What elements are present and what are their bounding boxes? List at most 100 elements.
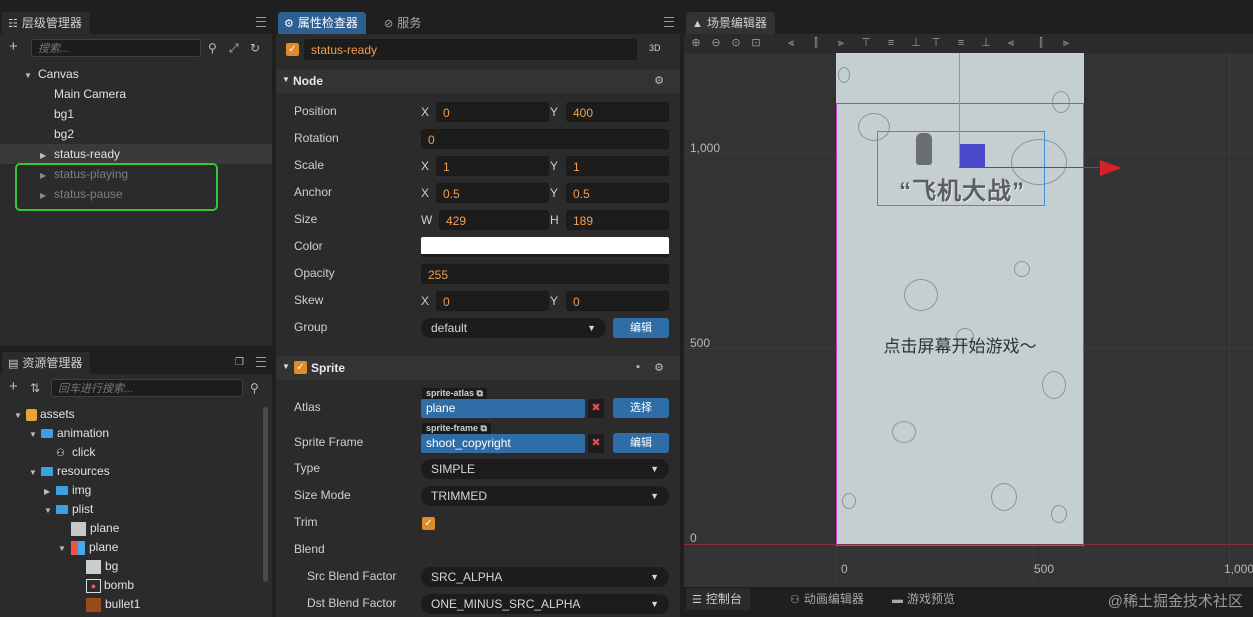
refresh-icon[interactable]: ↻ (250, 41, 260, 55)
asset-row-click[interactable]: ⚇ click (0, 443, 264, 462)
sprite-frame-clear-icon[interactable]: ✖ (588, 434, 604, 453)
sprite-section-header[interactable]: ▼ ✓ Sprite ▪ ⚙ (276, 356, 680, 380)
group-edit-button[interactable]: 编辑 (613, 318, 669, 338)
collapse-icon[interactable]: ⤢ (229, 41, 239, 55)
expand-arrow-icon[interactable]: ▼ (44, 501, 54, 520)
tab-inspector[interactable]: ⚙ 属性检查器 (278, 12, 366, 34)
gizmo-center-handle[interactable] (960, 144, 985, 168)
tab-services[interactable]: ⊘ 服务 (378, 12, 429, 34)
position-x-input[interactable]: 0 (436, 102, 549, 122)
anchor-y-input[interactable]: 0.5 (566, 183, 669, 203)
asset-row-animation[interactable]: ▼ animation (0, 424, 264, 443)
distribute-bottom-icon[interactable]: ⊥ (980, 37, 992, 49)
dst-blend-select[interactable]: ONE_MINUS_SRC_ALPHA ▼ (421, 594, 669, 614)
node-section-header[interactable]: ▼ Node ⚙ (276, 69, 680, 93)
section-arrow-icon[interactable]: ▼ (282, 75, 290, 84)
tree-row-status-ready[interactable]: ▶ status-ready (0, 144, 272, 164)
scene-viewport[interactable]: “飞机大战” 点击屏幕开始游戏～ 1,000 500 0 0 500 1,000 (684, 53, 1253, 587)
tree-row-bg1[interactable]: bg1 (0, 104, 272, 124)
zoom-fit-icon[interactable]: ⊙ (730, 37, 742, 49)
asset-row-bomb[interactable]: ● bomb (0, 576, 264, 595)
collapsed-arrow-icon[interactable]: ▶ (44, 482, 54, 501)
add-node-icon[interactable]: + (9, 39, 18, 54)
asset-row-plist[interactable]: ▼ plist (0, 500, 264, 519)
search-icon[interactable]: ⚲ (250, 381, 259, 395)
section-arrow-icon[interactable]: ▼ (282, 362, 290, 371)
zoom-reset-icon[interactable]: ⊡ (750, 37, 762, 49)
tab-animation-editor[interactable]: ⚇ 动画编辑器 (784, 588, 872, 610)
asset-row-plane-texture[interactable]: plane (0, 519, 264, 538)
tree-row-bg2[interactable]: bg2 (0, 124, 272, 144)
skew-x-input[interactable]: 0 (436, 291, 549, 311)
node-active-checkbox[interactable]: ✓ (286, 43, 299, 56)
expand-arrow-icon[interactable]: ▼ (58, 539, 68, 558)
tab-game-preview[interactable]: ▬ 游戏预览 (886, 588, 963, 610)
expand-arrow-icon[interactable]: ▼ (14, 406, 24, 425)
trim-checkbox[interactable]: ✓ (422, 517, 435, 530)
3d-toggle[interactable]: 3D (649, 43, 661, 53)
book-icon[interactable]: ▪ (636, 361, 640, 373)
size-w-input[interactable]: 429 (439, 210, 549, 230)
expand-arrow-icon[interactable]: ▼ (24, 66, 34, 86)
sprite-enabled-checkbox[interactable]: ✓ (294, 361, 307, 374)
sprite-frame-edit-button[interactable]: 编辑 (613, 433, 669, 453)
tree-row-canvas[interactable]: ▼ Canvas (0, 64, 272, 84)
src-blend-select[interactable]: SRC_ALPHA ▼ (421, 567, 669, 587)
search-icon[interactable]: ⚲ (208, 41, 217, 55)
distribute-center-icon[interactable]: ⫿ (1035, 37, 1047, 49)
asset-row-img[interactable]: ▶ img (0, 481, 264, 500)
align-right-icon[interactable]: ⫸ (835, 37, 847, 49)
assets-scrollbar[interactable] (263, 407, 268, 582)
distribute-right-icon[interactable]: ⫸ (1060, 37, 1072, 49)
rotation-input[interactable]: 0 (421, 129, 669, 149)
anchor-x-input[interactable]: 0.5 (436, 183, 549, 203)
group-select[interactable]: default ▼ (421, 318, 606, 338)
atlas-clear-icon[interactable]: ✖ (588, 399, 604, 418)
align-left-icon[interactable]: ⫷ (785, 37, 797, 49)
align-bottom-icon[interactable]: ⊥ (910, 37, 922, 49)
position-y-input[interactable]: 400 (566, 102, 669, 122)
align-middle-icon[interactable]: ≡ (885, 37, 897, 49)
selection-rect[interactable] (877, 131, 1045, 206)
node-name-input[interactable]: status-ready (304, 39, 637, 60)
size-mode-select[interactable]: TRIMMED ▼ (421, 486, 669, 506)
node-settings-gear-icon[interactable]: ⚙ (654, 74, 664, 87)
sprite-settings-gear-icon[interactable]: ⚙ (654, 361, 664, 374)
copy-icon[interactable]: ❐ (235, 356, 244, 370)
asset-row-resources[interactable]: ▼ resources (0, 462, 264, 481)
panel-menu-icon[interactable] (256, 17, 266, 27)
tab-assets[interactable]: ▤ 资源管理器 (2, 352, 91, 374)
panel-menu-icon[interactable] (664, 17, 674, 27)
align-top-icon[interactable]: ⊤ (860, 37, 872, 49)
gizmo-x-arrow-icon[interactable] (1100, 160, 1122, 176)
tab-console[interactable]: ☰ 控制台 (686, 588, 750, 610)
external-link-icon[interactable]: ⧉ (477, 388, 483, 398)
hierarchy-search-input[interactable]: 搜索... (31, 39, 201, 57)
skew-y-input[interactable]: 0 (566, 291, 669, 311)
panel-menu-icon[interactable] (256, 357, 266, 367)
align-center-h-icon[interactable]: ⫿ (810, 37, 822, 49)
asset-row-assets[interactable]: ▼ assets (0, 405, 264, 424)
expand-arrow-icon[interactable]: ▼ (29, 463, 39, 482)
color-swatch[interactable] (421, 237, 669, 257)
sprite-frame-asset-field[interactable]: shoot_copyright (421, 434, 585, 453)
zoom-in-icon[interactable]: ⊕ (690, 37, 702, 49)
sort-icon[interactable]: ⇅ (30, 381, 40, 395)
tree-row-main-camera[interactable]: Main Camera (0, 84, 272, 104)
add-asset-icon[interactable]: + (9, 379, 18, 394)
opacity-input[interactable]: 255 (421, 264, 669, 284)
distribute-left-icon[interactable]: ⫷ (1005, 37, 1017, 49)
zoom-out-icon[interactable]: ⊖ (710, 37, 722, 49)
assets-search-input[interactable]: 回车进行搜索... (51, 379, 243, 397)
asset-row-plane-atlas[interactable]: ▼ plane (0, 538, 264, 557)
asset-row-bullet1[interactable]: bullet1 (0, 595, 264, 614)
external-link-icon[interactable]: ⧉ (481, 423, 487, 433)
tab-hierarchy[interactable]: ☷ 层级管理器 (2, 12, 90, 34)
asset-row-bg[interactable]: bg (0, 557, 264, 576)
atlas-asset-field[interactable]: plane (421, 399, 585, 418)
size-h-input[interactable]: 189 (566, 210, 669, 230)
distribute-middle-icon[interactable]: ≡ (955, 37, 967, 49)
expand-arrow-icon[interactable]: ▼ (29, 425, 39, 444)
atlas-select-button[interactable]: 选择 (613, 398, 669, 418)
type-select[interactable]: SIMPLE ▼ (421, 459, 669, 479)
